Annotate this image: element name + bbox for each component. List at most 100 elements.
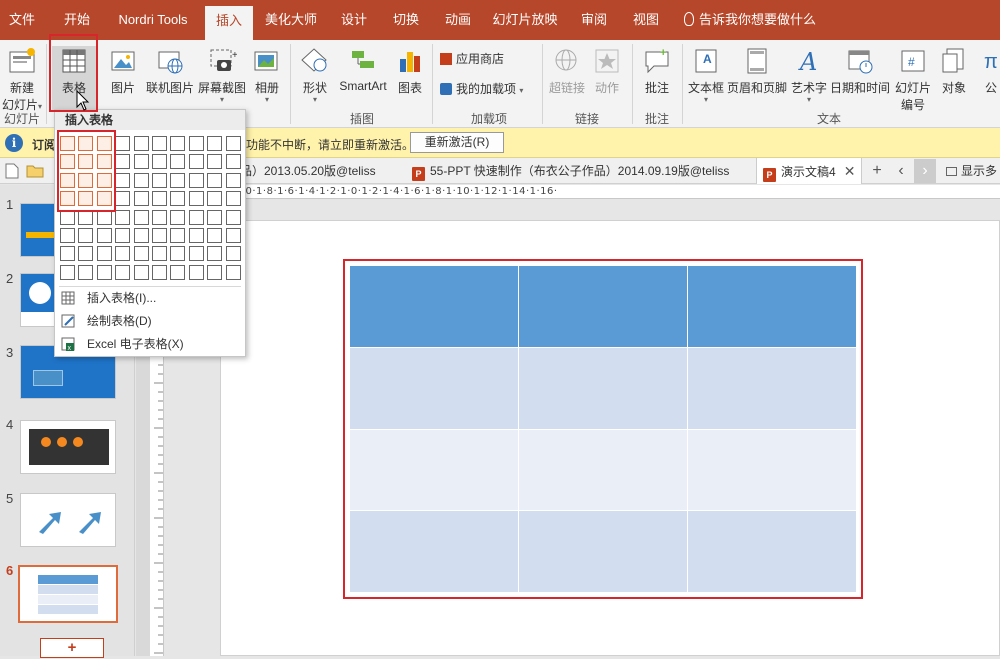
new-tab-icon[interactable]: + <box>866 159 888 183</box>
tab-slideshow[interactable]: 幻灯片放映 <box>488 0 562 40</box>
grid-cell[interactable] <box>207 191 222 206</box>
grid-cell[interactable] <box>115 173 130 188</box>
grid-cell[interactable] <box>170 191 185 206</box>
comment-button[interactable]: + 批注 <box>638 46 676 96</box>
grid-cell[interactable] <box>134 154 149 169</box>
tab-file[interactable]: 文件 <box>0 0 44 40</box>
draw-table-menu-item[interactable]: 绘制表格(D) <box>55 310 245 332</box>
header-footer-button[interactable]: 页眉和页脚 <box>726 46 788 96</box>
online-picture-button[interactable]: 联机图片 <box>144 46 196 96</box>
tab-design[interactable]: 设计 <box>330 0 378 40</box>
grid-cell[interactable] <box>189 154 204 169</box>
grid-cell[interactable] <box>207 136 222 151</box>
grid-cell[interactable] <box>226 136 241 151</box>
grid-cell[interactable] <box>134 191 149 206</box>
grid-cell[interactable] <box>134 210 149 225</box>
grid-cell[interactable] <box>170 246 185 261</box>
textbox-button[interactable]: A 文本框 ▾ <box>686 46 726 104</box>
grid-cell[interactable] <box>189 191 204 206</box>
tell-me-box[interactable]: 告诉我你想要做什么 <box>684 0 816 40</box>
grid-cell[interactable] <box>134 246 149 261</box>
grid-cell[interactable] <box>189 136 204 151</box>
tab-review[interactable]: 审阅 <box>570 0 618 40</box>
grid-cell[interactable] <box>170 265 185 280</box>
slide-table[interactable] <box>343 259 863 599</box>
doc-tab-3-active[interactable]: P 演示文稿4 ✕ <box>756 158 863 184</box>
symbol-button[interactable]: π 公 <box>982 46 1000 96</box>
grid-cell[interactable] <box>226 173 241 188</box>
grid-cell[interactable] <box>207 246 222 261</box>
close-tab-icon[interactable]: ✕ <box>844 163 856 179</box>
grid-cell[interactable] <box>226 265 241 280</box>
grid-cell[interactable] <box>115 265 130 280</box>
grid-cell[interactable] <box>170 173 185 188</box>
shapes-button[interactable]: 形状 ▾ <box>294 46 336 104</box>
tab-insert[interactable]: 插入 <box>205 6 253 40</box>
grid-cell[interactable] <box>152 228 167 243</box>
grid-cell[interactable] <box>170 228 185 243</box>
slide-thumb-5[interactable] <box>20 493 116 547</box>
grid-cell[interactable] <box>134 173 149 188</box>
grid-cell[interactable] <box>134 228 149 243</box>
table-cell[interactable] <box>687 265 857 348</box>
grid-cell[interactable] <box>207 265 222 280</box>
chevron-left-icon[interactable]: ‹ <box>890 159 912 183</box>
tab-animations[interactable]: 动画 <box>434 0 482 40</box>
grid-cell[interactable] <box>134 136 149 151</box>
slide-number-button[interactable]: # 幻灯片 编号 <box>892 46 934 113</box>
grid-cell[interactable] <box>152 246 167 261</box>
insert-table-menu-item[interactable]: 插入表格(I)... <box>55 287 245 309</box>
grid-cell[interactable] <box>60 210 75 225</box>
grid-cell[interactable] <box>97 265 112 280</box>
grid-cell[interactable] <box>226 210 241 225</box>
doc-tab-2[interactable]: P 55-PPT 快速制作（布衣公子作品）2014.09.19版@teliss <box>412 158 729 184</box>
grid-cell[interactable] <box>152 210 167 225</box>
grid-cell[interactable] <box>60 246 75 261</box>
grid-cell[interactable] <box>115 191 130 206</box>
grid-cell[interactable] <box>97 246 112 261</box>
table-cell[interactable] <box>349 265 519 348</box>
open-folder-icon[interactable] <box>26 164 44 178</box>
album-button[interactable]: 相册 ▾ <box>250 46 284 104</box>
grid-cell[interactable] <box>97 228 112 243</box>
grid-cell[interactable] <box>152 136 167 151</box>
app-store-button[interactable]: 应用商店 <box>440 50 536 67</box>
grid-cell[interactable] <box>207 228 222 243</box>
tab-nordri-tools[interactable]: Nordri Tools <box>108 0 198 40</box>
grid-cell[interactable] <box>115 210 130 225</box>
table-cell[interactable] <box>518 510 688 593</box>
grid-cell[interactable] <box>152 154 167 169</box>
grid-cell[interactable] <box>226 246 241 261</box>
grid-cell[interactable] <box>60 228 75 243</box>
grid-cell[interactable] <box>115 228 130 243</box>
grid-cell[interactable] <box>60 265 75 280</box>
table-cell[interactable] <box>687 346 857 430</box>
grid-cell[interactable] <box>97 210 112 225</box>
grid-cell[interactable] <box>170 210 185 225</box>
excel-table-menu-item[interactable]: x Excel 电子表格(X) <box>55 333 245 355</box>
table-cell[interactable] <box>518 265 688 348</box>
datetime-button[interactable]: 日期和时间 <box>830 46 890 96</box>
chevron-right-icon[interactable]: › <box>914 159 936 183</box>
add-slide-button[interactable]: + <box>40 638 104 658</box>
table-cell[interactable] <box>349 346 519 430</box>
slide-thumb-6-active[interactable] <box>18 565 118 623</box>
grid-cell[interactable] <box>115 154 130 169</box>
grid-cell[interactable] <box>226 154 241 169</box>
grid-cell[interactable] <box>189 173 204 188</box>
table-cell[interactable] <box>349 510 519 593</box>
grid-cell[interactable] <box>152 191 167 206</box>
table-cell[interactable] <box>349 428 519 512</box>
table-cell[interactable] <box>687 510 857 593</box>
grid-cell[interactable] <box>78 228 93 243</box>
grid-cell[interactable] <box>152 173 167 188</box>
table-cell[interactable] <box>518 346 688 430</box>
wordart-button[interactable]: A 艺术字 ▾ <box>788 46 830 104</box>
tab-beautify[interactable]: 美化大师 <box>258 0 324 40</box>
grid-cell[interactable] <box>115 136 130 151</box>
grid-cell[interactable] <box>78 265 93 280</box>
action-button[interactable]: 动作 <box>590 46 624 96</box>
object-button[interactable]: 对象 <box>936 46 972 96</box>
grid-cell[interactable] <box>78 210 93 225</box>
tab-view[interactable]: 视图 <box>622 0 670 40</box>
